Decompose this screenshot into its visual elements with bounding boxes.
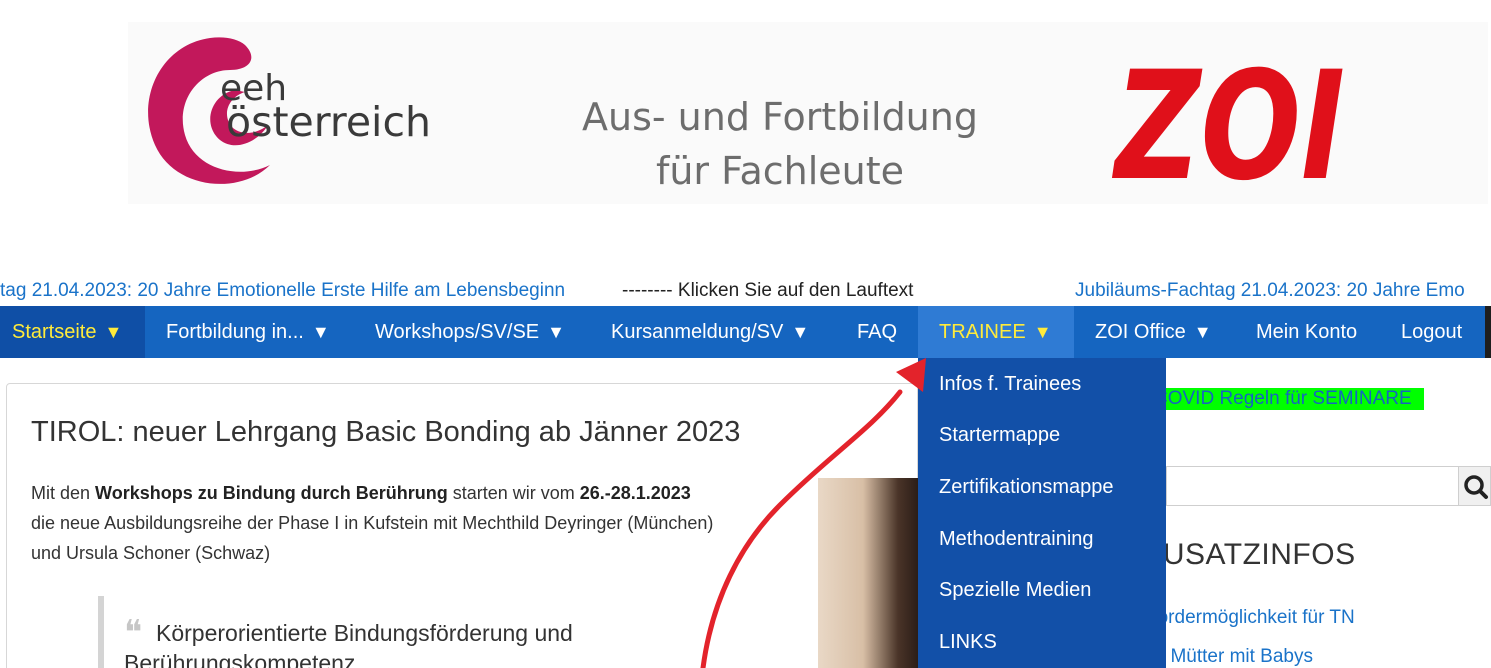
nav-mein-konto-label: Mein Konto xyxy=(1256,321,1358,343)
article-date: 26.-28.1.2023 xyxy=(579,483,691,503)
nav-fortbildung[interactable]: Fortbildung in... ▼ xyxy=(166,306,330,358)
nav-workshops-label: Workshops/SV/SE xyxy=(375,321,540,343)
chevron-down-icon: ▼ xyxy=(547,322,565,342)
search-button[interactable] xyxy=(1458,466,1491,506)
zoi-logo[interactable]: ZOI xyxy=(1110,40,1350,214)
dropdown-item-methodentraining[interactable]: Methodentraining xyxy=(939,524,1094,554)
nav-startseite-label: Startseite xyxy=(12,321,97,343)
article-paragraph-3: und Ursula Schoner (Schwaz) xyxy=(31,543,271,563)
nav-kursanmeldung-label: Kursanmeldung/SV xyxy=(611,321,784,343)
nav-faq-label: FAQ xyxy=(857,321,898,343)
search-input[interactable] xyxy=(1166,466,1458,506)
nav-logout[interactable]: Logout xyxy=(1401,306,1462,358)
ticker-text-2[interactable]: -------- Klicken Sie auf den Lauftext xyxy=(622,280,913,302)
sidebar-heading-text: ZUSATZINFOS xyxy=(1166,538,1356,571)
nav-mein-konto[interactable]: Mein Konto xyxy=(1256,306,1357,358)
nav-zoi-office[interactable]: ZOI Office ▼ xyxy=(1095,306,1212,358)
sidebar-link-text: Fördermöglichkeit für TN xyxy=(1166,607,1355,628)
banner-subtitle-line2: für Fachleute xyxy=(655,149,905,193)
nav-logout-label: Logout xyxy=(1401,321,1463,343)
sidebar-link-text: für Mütter mit Babys xyxy=(1166,646,1313,667)
article-paragraph-2: die neue Ausbildungsreihe der Phase I in… xyxy=(31,513,714,533)
nav-trainee-label: TRAINEE xyxy=(939,321,1026,343)
nav-zoi-office-label: ZOI Office xyxy=(1095,321,1186,343)
sidebar-heading: ZUSATZINFOS xyxy=(1166,538,1491,572)
nav-faq[interactable]: FAQ xyxy=(857,306,897,358)
article-text: Mit den xyxy=(31,483,96,503)
navbar-edge xyxy=(1485,306,1491,358)
trainee-dropdown-menu: Infos f. Trainees Startermappe Zertifika… xyxy=(918,358,1166,668)
article-photo xyxy=(818,478,918,668)
ticker-text-3[interactable]: Jubiläums-Fachtag 21.04.2023: 20 Jahre E… xyxy=(1075,280,1465,302)
sidebar-link-foerdermoeglichkeit[interactable]: Fördermöglichkeit für TN xyxy=(1166,607,1491,629)
main-navbar: Startseite ▼ Fortbildung in... ▼ Workshops… xyxy=(0,306,1491,358)
covid-rules-banner[interactable]: COVID Regeln für SEMINARE xyxy=(1166,388,1424,410)
nav-kursanmeldung[interactable]: Kursanmeldung/SV ▼ xyxy=(611,306,809,358)
dropdown-item-infos-trainees[interactable]: Infos f. Trainees xyxy=(939,369,1081,399)
nav-startseite[interactable]: Startseite ▼ xyxy=(0,306,145,358)
nav-trainee[interactable]: TRAINEE ▼ xyxy=(918,306,1074,358)
dropdown-item-spezielle-medien[interactable]: Spezielle Medien xyxy=(939,575,1091,605)
article-title[interactable]: TIROL: neuer Lehrgang Basic Bonding ab J… xyxy=(31,416,740,449)
news-ticker[interactable]: tag 21.04.2023: 20 Jahre Emotionelle Ers… xyxy=(0,280,1491,304)
dropdown-item-zertifikationsmappe[interactable]: Zertifikationsmappe xyxy=(939,472,1114,502)
zoi-logo-text: ZOI xyxy=(1112,50,1345,190)
chevron-down-icon: ▼ xyxy=(791,322,810,342)
article-bold-text: Workshops zu Bindung durch Berührung xyxy=(95,483,448,503)
article-paragraph-1: Mit den Workshops zu Bindung durch Berüh… xyxy=(31,478,691,508)
banner-subtitle-line1: Aus- und Fortbildung xyxy=(582,95,978,139)
zoi-logo-mark-icon: ZOI xyxy=(1112,40,1345,214)
covid-rules-text: COVID Regeln für SEMINARE xyxy=(1166,388,1412,409)
ticker-text-1[interactable]: tag 21.04.2023: 20 Jahre Emotionelle Ers… xyxy=(0,280,565,302)
eeh-logo-line2: österreich xyxy=(226,98,431,146)
nav-workshops[interactable]: Workshops/SV/SE ▼ xyxy=(375,306,565,358)
chevron-down-icon: ▼ xyxy=(1033,322,1052,342)
article-text: starten wir vom xyxy=(447,483,580,503)
banner-subtitle: Aus- und Fortbildung für Fachleute xyxy=(560,90,1000,198)
blockquote-text: Körperorientierte Bindungsförderung und … xyxy=(124,620,573,668)
dropdown-item-links[interactable]: LINKS xyxy=(939,627,997,657)
nav-fortbildung-label: Fortbildung in... xyxy=(166,321,304,343)
chevron-down-icon: ▼ xyxy=(1193,322,1212,342)
chevron-down-icon: ▼ xyxy=(104,322,123,342)
eeh-logo[interactable]: eeh österreich xyxy=(140,30,460,195)
chevron-down-icon: ▼ xyxy=(311,322,330,342)
search-icon xyxy=(1464,475,1488,499)
dropdown-item-startermappe[interactable]: Startermappe xyxy=(939,420,1060,450)
sidebar-link-muetter[interactable]: für Mütter mit Babys xyxy=(1166,646,1491,668)
